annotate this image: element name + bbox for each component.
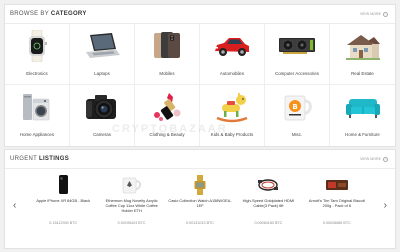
category-automobiles[interactable]: Automobiles (200, 24, 265, 85)
category-misc[interactable]: B Misc. (265, 85, 330, 146)
rocking-horse-icon (211, 91, 253, 123)
mug-icon (117, 175, 147, 195)
camera-icon (81, 91, 123, 123)
browse-category-header: BROWSE BY CATEGORY VIEW MORE › (5, 5, 395, 24)
category-label: Mobiles (159, 71, 175, 76)
listing-price: 0.00195424 BTC (117, 221, 146, 225)
category-label: Clothing & Beauty (149, 132, 185, 137)
listing-title: Ethereum Mug Novelty Acrylic Coffee Cup … (105, 198, 158, 213)
listing-item[interactable]: Ethereum Mug Novelty Acrylic Coffee Cup … (97, 175, 165, 225)
urgent-title-bold: LISTINGS (39, 156, 70, 162)
category-cameras[interactable]: Cameras (70, 85, 135, 146)
urgent-view-more-label: VIEW MORE (360, 157, 381, 161)
category-home-appliances[interactable]: Home Appliances (5, 85, 70, 146)
listing-title: Apple iPhone XR 64GB - Black (36, 198, 91, 203)
category-label: Laptops (94, 71, 110, 76)
watch-icon (185, 175, 215, 195)
listing-price: 0.00131013 BTC (186, 221, 214, 225)
bitcoin-mug-icon: B (276, 91, 318, 123)
chevron-right-icon: › (383, 156, 388, 162)
category-label: Home & Furniture (345, 132, 380, 137)
category-kids-baby[interactable]: Kids & Baby Products (200, 85, 265, 146)
graphics-card-icon (276, 30, 318, 62)
urgent-listings-header: URGENT LISTINGS VIEW MORE › (5, 150, 395, 169)
urgent-listings-title: URGENT LISTINGS (10, 156, 69, 162)
svg-text:B: B (292, 103, 297, 111)
category-mobiles[interactable]: Mobiles (135, 24, 200, 85)
category-label: Computer Accessories (275, 71, 319, 76)
category-laptops[interactable]: Laptops (70, 24, 135, 85)
listing-item[interactable]: Apple iPhone XR 64GB - Black 0.13412930 … (29, 175, 97, 225)
category-real-estate[interactable]: Real Estate (330, 24, 395, 85)
hdmi-cable-icon (253, 175, 283, 195)
laptop-icon (81, 30, 123, 62)
smartwatch-icon (16, 30, 58, 62)
urgent-view-more-link[interactable]: VIEW MORE › (360, 156, 388, 162)
listing-item[interactable]: Arnott's Tim Tam Original Biscuit 200g -… (303, 175, 371, 225)
category-label: Misc. (291, 132, 303, 137)
urgent-carousel: ‹ › Apple iPhone XR 64GB - Black 0.13412… (5, 169, 395, 249)
browse-title-bold: CATEGORY (50, 11, 87, 17)
category-label: Home Appliances (19, 132, 55, 137)
category-home-furniture[interactable]: Home & Furniture (330, 85, 395, 146)
car-icon (211, 30, 253, 62)
listing-price: 0.13412930 BTC (49, 221, 78, 225)
listing-item[interactable]: Casio Collection Watch A158WGEA-1EF 0.00… (166, 175, 234, 225)
browse-view-more-label: VIEW MORE (360, 12, 381, 16)
category-clothing-beauty[interactable]: Clothing & Beauty (135, 85, 200, 146)
browse-title-prefix: BROWSE BY (10, 11, 49, 17)
category-label: Kids & Baby Products (210, 132, 254, 137)
chevron-right-icon: › (383, 11, 388, 17)
phone-icon (48, 175, 78, 195)
carousel-prev-icon[interactable]: ‹ (13, 201, 16, 211)
urgent-listings-panel: URGENT LISTINGS VIEW MORE › ‹ › Apple iP… (4, 149, 396, 249)
listing-item[interactable]: High-Speed Goldplated HDMI Cable(3 Pack)… (234, 175, 302, 225)
listing-title: Arnott's Tim Tam Original Biscuit 200g -… (308, 198, 365, 208)
listing-title: High-Speed Goldplated HDMI Cable(3 Pack)… (242, 198, 295, 208)
lipstick-icon (146, 91, 188, 123)
listing-price: 0.00026685 BTC (322, 221, 351, 225)
category-grid: Electronics Laptops Mobiles Automobiles … (5, 24, 395, 146)
category-electronics[interactable]: Electronics (5, 24, 70, 85)
category-label: Cameras (93, 132, 111, 137)
category-label: Electronics (26, 71, 48, 76)
listing-list: Apple iPhone XR 64GB - Black 0.13412930 … (29, 175, 371, 225)
category-label: Real Estate (351, 71, 374, 76)
carousel-next-icon[interactable]: › (384, 201, 387, 211)
browse-category-panel: BROWSE BY CATEGORY VIEW MORE › Electroni… (4, 4, 396, 147)
category-label: Automobiles (219, 71, 245, 76)
washing-machine-icon (16, 91, 58, 123)
listing-title: Casio Collection Watch A158WGEA-1EF (168, 198, 232, 208)
browse-category-title: BROWSE BY CATEGORY (10, 11, 87, 17)
urgent-title-prefix: URGENT (10, 156, 38, 162)
category-computer-accessories[interactable]: Computer Accessories (265, 24, 330, 85)
biscuit-pack-icon (322, 175, 352, 195)
browse-view-more-link[interactable]: VIEW MORE › (360, 11, 388, 17)
sofa-icon (342, 91, 384, 123)
house-icon (342, 30, 384, 62)
listing-price: 0.00064183 BTC (254, 221, 283, 225)
smartphone-icon (146, 30, 188, 62)
